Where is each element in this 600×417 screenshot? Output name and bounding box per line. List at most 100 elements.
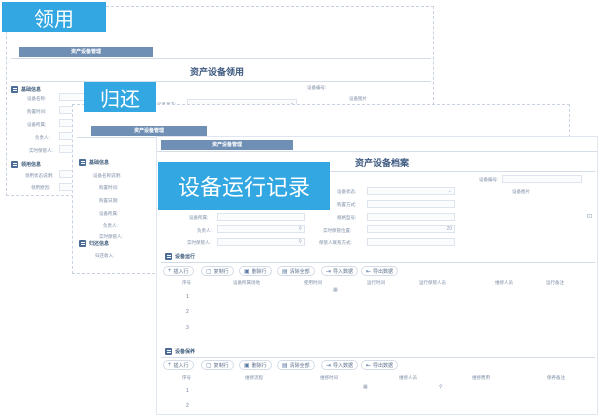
table-header: 运行保管人员 — [419, 280, 446, 285]
field-label: 保管人联系方式: — [319, 240, 352, 245]
plus-icon: + — [168, 362, 172, 368]
export-data-button[interactable]: ⇤ 导出数据 — [361, 266, 399, 276]
table-row: 1 — [186, 388, 189, 394]
field-label: 设备所属: — [189, 215, 209, 220]
calendar-icon[interactable]: ▦ — [363, 384, 368, 390]
label-device-run-record: 设备运行记录 — [158, 162, 330, 210]
spec-model-input[interactable] — [367, 213, 455, 221]
section-lend-info: 领用信息 — [11, 160, 41, 168]
delete-row-button[interactable]: ▣ 删除行 — [239, 360, 272, 370]
section-icon — [11, 160, 18, 168]
table-header: 维修人员 — [495, 280, 513, 285]
section-device-maintenance: 设备保养 — [165, 347, 195, 355]
section-return-info: 归还信息 — [79, 239, 109, 247]
sheet-header-bar: 资产设备管理 — [91, 126, 207, 136]
field-label: 负责人: — [103, 223, 118, 228]
user-icon[interactable]: ⚲ — [439, 384, 443, 390]
table-row: 2 — [186, 309, 189, 315]
import-data-button[interactable]: ⇥ 导入数据 — [321, 266, 359, 276]
field-label: 设备名称: — [27, 96, 47, 101]
table-header: 序号 — [182, 375, 191, 380]
insert-row-button[interactable]: + 插入行 — [163, 266, 194, 276]
import-icon: ⇥ — [326, 268, 332, 275]
field-label: 购置日期: — [99, 198, 119, 203]
section-rule — [161, 357, 595, 358]
table-header: 维修费用 — [472, 375, 490, 380]
copy-icon: ▢ — [206, 362, 212, 369]
delete-icon: ▣ — [244, 268, 250, 275]
field-label: 归还收入: — [95, 253, 115, 258]
title-rule — [11, 81, 431, 82]
device-status-select[interactable]: ⌄ — [367, 187, 455, 195]
field-label: 实时保管位置: — [323, 228, 352, 233]
clear-all-button[interactable]: ▤ 清除全部 — [277, 360, 315, 370]
delete-row-button[interactable]: ▣ 删除行 — [239, 266, 272, 276]
keeper-contact-input[interactable] — [367, 238, 455, 246]
image-upload-icon[interactable]: ⊡ — [587, 213, 592, 220]
field-label: 设备名称说明: — [93, 173, 122, 178]
field-label: 负责人: — [197, 228, 212, 233]
device-no-label: 设备编号: — [307, 85, 327, 90]
location-value: 20 — [446, 226, 452, 232]
chevron-down-icon: ⌄ — [447, 188, 452, 194]
sheet-header-bar: 资产设备管理 — [161, 140, 293, 150]
plus-icon: + — [168, 268, 172, 274]
export-icon: ⇤ — [366, 268, 372, 275]
table-header: 维修时间 — [320, 375, 338, 380]
import-icon: ⇥ — [326, 362, 332, 369]
manager-input[interactable]: ⚲ — [217, 225, 305, 233]
section-icon — [165, 347, 172, 355]
field-label: 购置时间: — [99, 185, 119, 190]
section-device-run: 设备运行 — [165, 252, 195, 260]
purchase-method-input[interactable] — [367, 200, 455, 208]
label-return: 归还 — [84, 82, 156, 112]
field-label: 设备所属: — [27, 122, 47, 127]
table-header: 使用时间 — [304, 280, 322, 285]
device-no-input[interactable] — [502, 175, 582, 183]
copy-row-button[interactable]: ▢ 复制行 — [201, 266, 234, 276]
user-icon[interactable]: ⚲ — [298, 226, 302, 233]
field-label: 负责人: — [35, 135, 50, 140]
table-header: 保养备注 — [547, 375, 565, 380]
field-label: 实时保管人: — [187, 240, 211, 245]
clear-icon: ▤ — [282, 362, 288, 369]
device-no-label: 设备编号: — [479, 177, 499, 182]
field-label: 购置时间: — [27, 109, 47, 114]
calendar-icon[interactable]: ▦ — [333, 287, 338, 293]
keeper-input[interactable]: ⚲ — [217, 238, 305, 246]
table-header: 设备所属场地 — [233, 280, 260, 285]
header-rule — [11, 58, 431, 59]
section-icon — [79, 158, 86, 166]
table-header: 序号 — [182, 280, 191, 285]
label-lend: 领用 — [2, 2, 106, 32]
page-title: 资产设备领用 — [189, 67, 244, 77]
section-rule — [161, 262, 595, 263]
field-label: 领用状态说明: — [25, 173, 54, 178]
section-basic-info: 基础信息 — [79, 158, 109, 166]
export-data-button[interactable]: ⇤ 导出数据 — [361, 360, 399, 370]
user-icon[interactable]: ⚲ — [298, 239, 302, 246]
insert-row-button[interactable]: + 插入行 — [163, 360, 194, 370]
import-data-button[interactable]: ⇥ 导入数据 — [321, 360, 359, 370]
storage-location-input[interactable]: 20 — [367, 225, 455, 233]
owner-input[interactable] — [217, 213, 305, 221]
section-icon — [165, 252, 172, 260]
clear-all-button[interactable]: ▤ 清除全部 — [277, 266, 315, 276]
table-header: 维修人员 — [399, 375, 417, 380]
header-rule — [157, 151, 597, 152]
sheet-header-bar: 资产设备管理 — [19, 47, 153, 57]
device-photo-label: 设备图片 — [512, 189, 530, 194]
export-icon: ⇤ — [366, 362, 372, 369]
table-header: 运行备注 — [546, 280, 564, 285]
field-label: 设备所属: — [99, 211, 119, 216]
delete-icon: ▣ — [244, 362, 250, 369]
copy-row-button[interactable]: ▢ 复制行 — [201, 360, 234, 370]
table-row: 2 — [186, 403, 189, 409]
device-photo-label: 设备图片 — [349, 96, 367, 101]
table-header: 维修流程 — [245, 375, 263, 380]
field-label: 实时保管人: — [29, 148, 53, 153]
table-row: 1 — [186, 294, 189, 300]
field-label: 规格型号: — [337, 215, 357, 220]
section-icon — [79, 239, 86, 247]
field-label: 领用原因: — [31, 185, 51, 190]
